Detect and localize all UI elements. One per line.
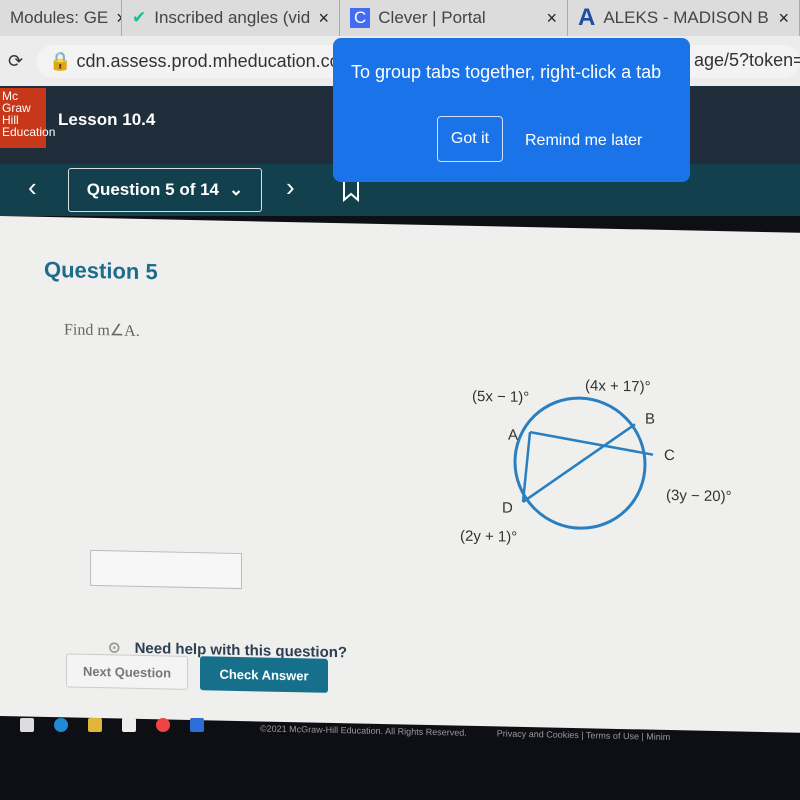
url-text: cdn.assess.prod.mheducation.com (76, 50, 355, 71)
tab-title: ALEKS - MADISON B (603, 8, 769, 27)
chrome-icon[interactable] (156, 718, 170, 732)
question-prompt: Find m∠A. (64, 321, 140, 340)
mcgraw-hill-logo: Mc Graw Hill Education (0, 88, 55, 148)
lock-icon: 🔒 (49, 50, 77, 71)
answer-input[interactable] (90, 549, 242, 590)
check-answer-button[interactable]: Check Answer (200, 656, 328, 693)
question-selector[interactable]: Question 5 of 14 ⌄ (68, 168, 262, 212)
tab-group-tip-popup: To group tabs together, right-click a ta… (333, 38, 690, 182)
tab-aleks[interactable]: A ALEKS - MADISON B × (568, 0, 800, 36)
label-d: D (502, 500, 513, 517)
next-question-button[interactable]: Next Question (66, 653, 188, 690)
browser-tab-bar: Modules: GE× ✔Inscribed angles (vid× CCl… (0, 0, 800, 36)
arc-label-cd: (3y − 20)° (666, 487, 732, 505)
label-a: A (508, 427, 518, 444)
reload-icon[interactable]: ⟳ (8, 51, 23, 72)
khan-icon: ✔ (132, 8, 147, 27)
tab-clever[interactable]: C Clever | Portal × (340, 0, 568, 36)
footer: ©2021 McGraw-Hill Education. All Rights … (260, 723, 670, 742)
tab-title: Clever | Portal (378, 8, 486, 27)
aleks-icon: A (578, 4, 596, 31)
lesson-title: Lesson 10.4 (58, 110, 156, 129)
tab-title: Inscribed angles (vid (154, 8, 311, 27)
label-c: C (664, 447, 675, 464)
close-icon[interactable]: × (778, 8, 789, 29)
store-icon[interactable] (122, 718, 136, 732)
footer-links[interactable]: Privacy and Cookies | Terms of Use | Min… (497, 728, 671, 742)
word-icon[interactable] (190, 718, 204, 732)
windows-start-icon[interactable] (20, 718, 34, 732)
prev-question-button[interactable]: ‹ (28, 172, 37, 203)
circle-diagram: A B C D (5x − 1)° (4x + 17)° (3y − 20)° … (460, 377, 732, 546)
question-area: Question 5 Find m∠A. A B C D (5x − 1)° (… (0, 216, 800, 742)
remind-later-button[interactable]: Remind me later (525, 132, 642, 150)
taskbar (20, 718, 204, 732)
label-b: B (645, 411, 655, 428)
arc-label-ab: (5x − 1)° (472, 388, 529, 406)
chevron-down-icon: ⌄ (229, 180, 244, 199)
close-icon[interactable]: × (318, 8, 329, 29)
arc-label-da: (2y + 1)° (460, 528, 517, 546)
tab-title: Modules: GE (10, 8, 109, 27)
chord-ad (521, 431, 532, 503)
file-explorer-icon[interactable] (88, 718, 102, 732)
tab-inscribed-angles[interactable]: ✔ Inscribed angles (vid × (122, 0, 340, 36)
close-icon[interactable]: × (546, 8, 557, 29)
question-title: Question 5 (44, 256, 158, 285)
arc-label-bc: (4x + 17)° (585, 377, 651, 395)
popup-message: To group tabs together, right-click a ta… (351, 62, 662, 82)
got-it-button[interactable]: Got it (437, 116, 503, 162)
chord-ac (529, 430, 654, 456)
question-selector-label: Question 5 of 14 (86, 180, 219, 199)
copyright: ©2021 McGraw-Hill Education. All Rights … (260, 723, 467, 738)
next-question-arrow[interactable]: › (286, 172, 295, 203)
url-tail: age/5?token= (694, 50, 800, 70)
clever-icon: C (350, 8, 371, 28)
tab-modules[interactable]: Modules: GE× (0, 0, 122, 36)
edge-icon[interactable] (54, 718, 68, 732)
